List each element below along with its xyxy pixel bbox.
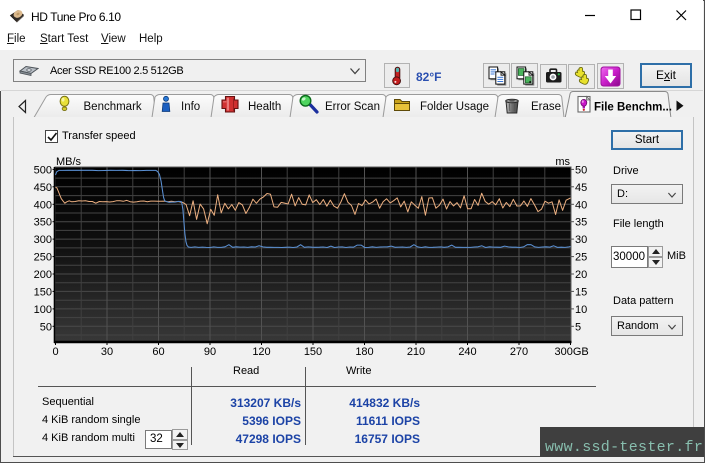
svg-text:Erase: Erase (531, 101, 561, 113)
svg-text:10: 10 (575, 304, 587, 316)
svg-text:15: 15 (575, 286, 587, 298)
svg-text:90: 90 (204, 346, 216, 358)
svg-text:100: 100 (34, 304, 52, 316)
svg-text:0: 0 (52, 346, 58, 358)
svg-text:350: 350 (34, 217, 52, 229)
svg-text:MB/s: MB/s (56, 156, 82, 168)
svg-text:25: 25 (575, 252, 587, 264)
svg-text:500: 500 (34, 164, 52, 176)
svg-text:Benchmark: Benchmark (84, 101, 142, 113)
svg-text:Folder Usage: Folder Usage (420, 101, 489, 113)
svg-text:ms: ms (555, 156, 570, 168)
svg-text:400: 400 (34, 199, 52, 211)
svg-text:150: 150 (304, 346, 322, 358)
svg-text:200: 200 (34, 269, 52, 281)
svg-text:450: 450 (34, 182, 52, 194)
svg-text:300GB: 300GB (555, 346, 589, 358)
svg-text:30: 30 (575, 234, 587, 246)
svg-text:240: 240 (458, 346, 476, 358)
svg-text:40: 40 (575, 199, 587, 211)
svg-text:210: 210 (407, 346, 425, 358)
svg-text:35: 35 (575, 217, 587, 229)
svg-text:180: 180 (355, 346, 373, 358)
svg-text:150: 150 (34, 286, 52, 298)
svg-text:Health: Health (248, 101, 281, 113)
svg-text:50: 50 (575, 164, 587, 176)
svg-text:120: 120 (252, 346, 270, 358)
svg-text:File Benchm...: File Benchm... (594, 102, 672, 114)
svg-text:30: 30 (101, 346, 113, 358)
svg-text:20: 20 (575, 269, 587, 281)
svg-text:250: 250 (34, 252, 52, 264)
svg-text:Error Scan: Error Scan (325, 101, 380, 113)
svg-text:45: 45 (575, 182, 587, 194)
svg-text:5: 5 (575, 321, 581, 333)
svg-text:50: 50 (40, 321, 52, 333)
svg-text:270: 270 (510, 346, 528, 358)
svg-text:300: 300 (34, 234, 52, 246)
svg-text:Info: Info (181, 101, 200, 113)
svg-text:60: 60 (152, 346, 164, 358)
